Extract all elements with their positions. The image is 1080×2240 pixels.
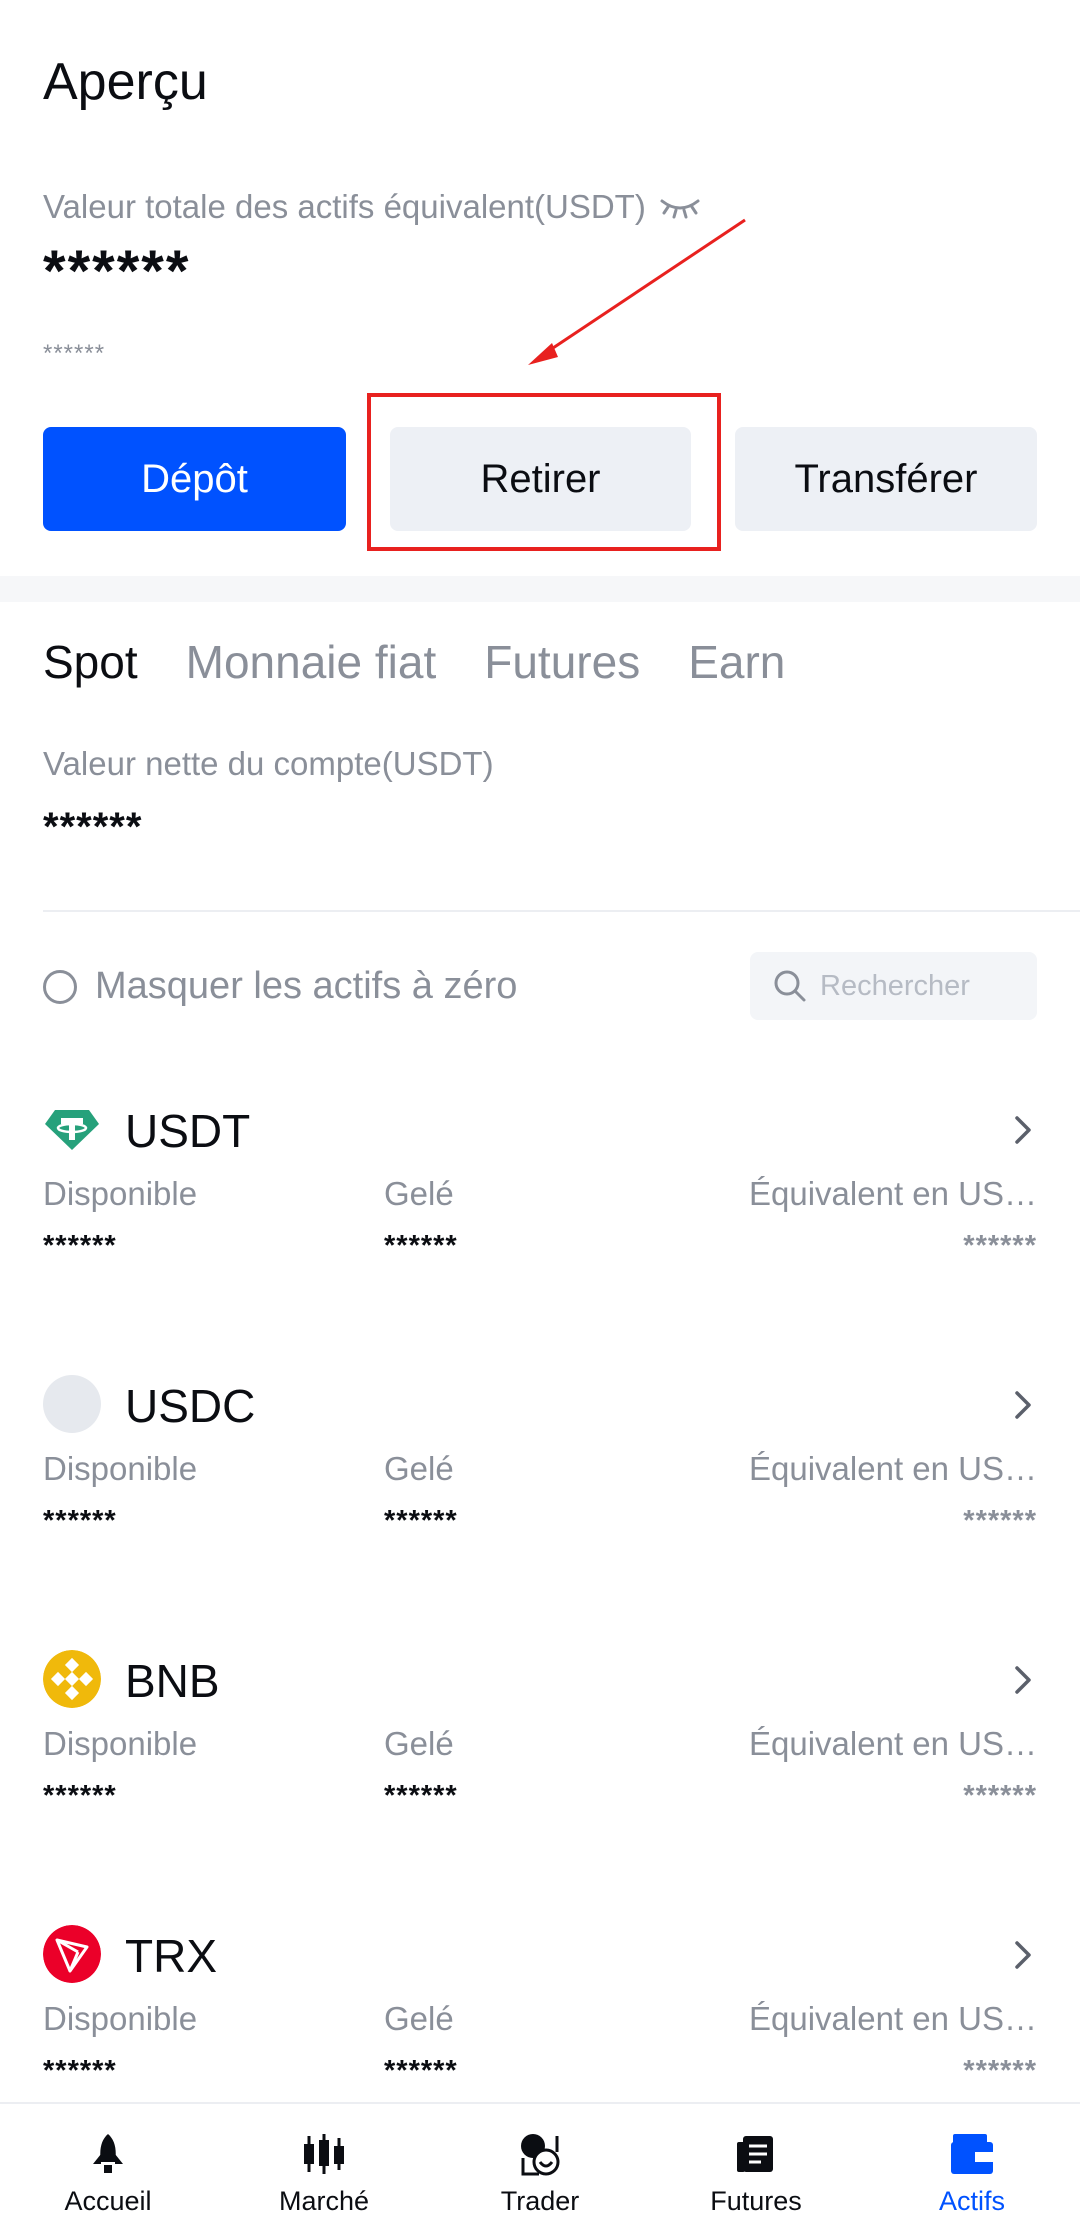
tron-icon bbox=[43, 1925, 101, 1983]
chevron-right-icon[interactable] bbox=[1009, 1935, 1037, 1975]
bnb-icon bbox=[43, 1650, 101, 1708]
nav-item-accueil[interactable]: Accueil bbox=[0, 2104, 216, 2240]
equivalent-value: ****** bbox=[963, 2055, 1037, 2087]
nav-label: Futures bbox=[710, 2186, 802, 2216]
equivalent-value: ****** bbox=[963, 1230, 1037, 1262]
total-assets-sub-value: ****** bbox=[43, 340, 106, 367]
tether-icon bbox=[45, 1110, 99, 1150]
section-separator bbox=[0, 576, 1080, 602]
usdc-icon bbox=[43, 1375, 101, 1433]
available-label: Disponible bbox=[43, 1175, 198, 1212]
tab-monnaie-fiat[interactable]: Monnaie fiat bbox=[186, 635, 437, 689]
nav-label: Marché bbox=[278, 2186, 370, 2216]
account-tabs: Spot Monnaie fiat Futures Earn bbox=[43, 635, 785, 689]
nav-label: Accueil bbox=[64, 2186, 152, 2216]
available-value: ****** bbox=[43, 1230, 117, 1262]
frozen-value: ****** bbox=[384, 1505, 458, 1537]
frozen-label: Gelé bbox=[384, 2000, 454, 2037]
frozen-value: ****** bbox=[384, 1230, 458, 1262]
radio-circle-icon[interactable] bbox=[43, 969, 77, 1004]
available-value: ****** bbox=[43, 1780, 117, 1812]
equivalent-label: Équivalent en US… bbox=[749, 1175, 1037, 1212]
asset-row-usdt[interactable]: USDT Disponible Gelé Équivalent en US… *… bbox=[0, 1100, 1080, 1360]
equivalent-label: Équivalent en US… bbox=[749, 1450, 1037, 1487]
asset-name: USDT bbox=[125, 1105, 251, 1157]
chevron-right-icon[interactable] bbox=[1009, 1110, 1037, 1150]
deposit-button[interactable]: Dépôt bbox=[43, 427, 346, 531]
nav-item-futures[interactable]: Futures bbox=[648, 2104, 864, 2240]
frozen-label: Gelé bbox=[384, 1725, 454, 1762]
annotation-highlight-box bbox=[367, 393, 721, 551]
equivalent-value: ****** bbox=[963, 1505, 1037, 1537]
tab-earn[interactable]: Earn bbox=[688, 635, 785, 689]
nav-label: Trader bbox=[500, 2186, 580, 2216]
nav-item-marche[interactable]: Marché bbox=[216, 2104, 432, 2240]
futures-icon bbox=[737, 2136, 773, 2172]
divider bbox=[43, 910, 1080, 912]
available-label: Disponible bbox=[43, 1725, 198, 1762]
chevron-right-icon[interactable] bbox=[1009, 1385, 1037, 1425]
search-input[interactable]: Rechercher bbox=[750, 952, 1037, 1020]
page-title: Aperçu bbox=[43, 53, 208, 111]
nav-label: Actifs bbox=[938, 2186, 1005, 2216]
search-placeholder: Rechercher bbox=[820, 969, 970, 1002]
nav-item-trader[interactable]: Trader bbox=[432, 2104, 648, 2240]
equivalent-value: ****** bbox=[963, 1780, 1037, 1812]
nav-item-actifs[interactable]: Actifs bbox=[864, 2104, 1080, 2240]
hide-zero-assets-toggle[interactable]: Masquer les actifs à zéro bbox=[43, 965, 517, 1008]
frozen-label: Gelé bbox=[384, 1175, 454, 1212]
available-label: Disponible bbox=[43, 1450, 198, 1487]
hide-zero-label: Masquer les actifs à zéro bbox=[95, 965, 518, 1007]
tab-futures[interactable]: Futures bbox=[484, 635, 640, 689]
available-label: Disponible bbox=[43, 2000, 198, 2037]
asset-name: USDC bbox=[125, 1380, 256, 1432]
asset-row-usdc[interactable]: USDC Disponible Gelé Équivalent en US… *… bbox=[0, 1375, 1080, 1635]
search-icon bbox=[774, 970, 806, 1002]
net-value: ****** bbox=[43, 805, 143, 849]
tab-spot[interactable]: Spot bbox=[43, 635, 138, 689]
asset-name: TRX bbox=[125, 1930, 217, 1982]
frozen-value: ****** bbox=[384, 2055, 458, 2087]
wallet-icon bbox=[951, 2134, 993, 2174]
home-rocket-icon bbox=[93, 2134, 123, 2173]
asset-name: BNB bbox=[125, 1655, 220, 1707]
asset-row-bnb[interactable]: BNB Disponible Gelé Équivalent en US… **… bbox=[0, 1650, 1080, 1910]
available-value: ****** bbox=[43, 2055, 117, 2087]
total-assets-value: ****** bbox=[43, 239, 191, 304]
available-value: ****** bbox=[43, 1505, 117, 1537]
net-value-label: Valeur nette du compte(USDT) bbox=[43, 745, 494, 782]
candlestick-icon bbox=[304, 2134, 344, 2174]
annotation-arrow bbox=[528, 218, 746, 365]
frozen-label: Gelé bbox=[384, 1450, 454, 1487]
frozen-value: ****** bbox=[384, 1780, 458, 1812]
transfer-button[interactable]: Transférer bbox=[735, 427, 1037, 531]
bottom-navigation: Accueil Marché Trader Futures Actifs bbox=[0, 2102, 1080, 2240]
chevron-right-icon[interactable] bbox=[1009, 1660, 1037, 1700]
equivalent-label: Équivalent en US… bbox=[749, 2000, 1037, 2037]
equivalent-label: Équivalent en US… bbox=[749, 1725, 1037, 1762]
trade-icon bbox=[521, 2134, 560, 2176]
